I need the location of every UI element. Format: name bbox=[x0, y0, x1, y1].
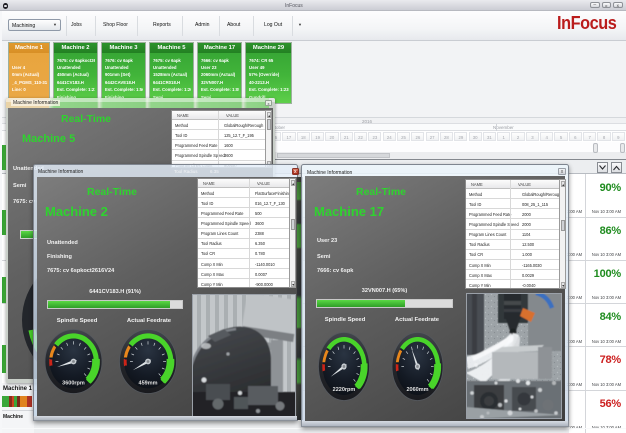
svg-text:459mm: 459mm bbox=[139, 381, 158, 387]
svg-text:3600rpm: 3600rpm bbox=[62, 381, 85, 387]
svg-text:2220rpm: 2220rpm bbox=[333, 387, 356, 393]
svg-text:2060mm: 2060mm bbox=[406, 387, 428, 393]
